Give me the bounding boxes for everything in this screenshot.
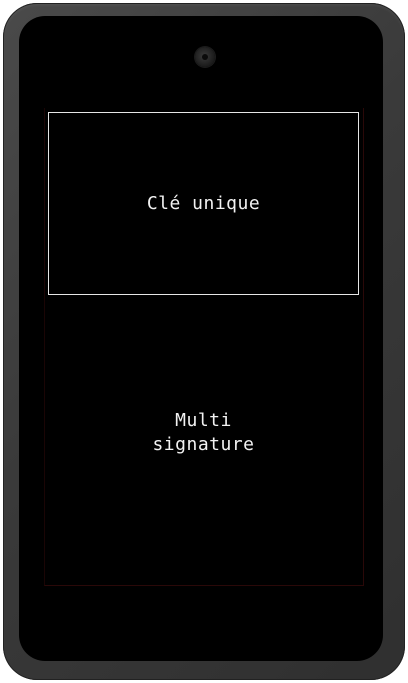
menu-option-label: Multi signature: [152, 410, 255, 455]
front-camera-icon: [195, 47, 215, 67]
menu-option-single-key[interactable]: Clé unique: [48, 112, 359, 295]
menu-option-label: Clé unique: [146, 192, 261, 214]
menu-option-multisig[interactable]: Multi signature: [48, 296, 359, 570]
